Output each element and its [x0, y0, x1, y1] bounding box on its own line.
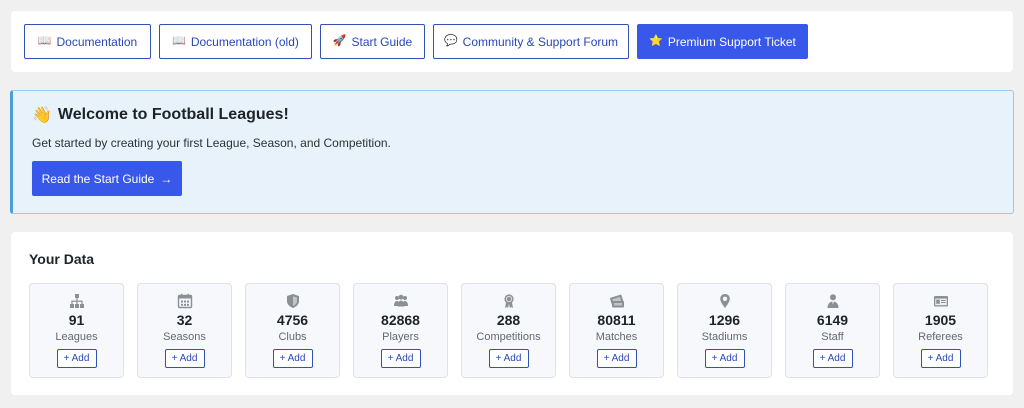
stat-card-stadiums: 1296 Stadiums + Add	[677, 283, 772, 378]
stat-value: 6149	[816, 312, 849, 328]
welcome-notice: 👋 Welcome to Football Leagues! Get start…	[10, 90, 1014, 214]
shield-icon	[286, 294, 299, 308]
add-staff-button[interactable]: + Add	[812, 349, 853, 368]
your-data-heading: Your Data	[29, 251, 95, 267]
stat-card-matches: 80811 Matches + Add	[569, 283, 664, 378]
welcome-description: Get started by creating your first Leagu…	[32, 136, 391, 150]
your-data-panel: Your Data 91 Leagues + Add 32 Seasons + …	[11, 232, 1013, 395]
read-start-guide-button[interactable]: Read the Start Guide →	[32, 161, 182, 196]
community-forum-button[interactable]: 💬 Community & Support Forum	[433, 24, 629, 59]
stat-card-staff: 6149 Staff + Add	[785, 283, 880, 378]
stat-card-competitions: 288 Competitions + Add	[461, 283, 556, 378]
award-icon	[503, 294, 514, 309]
sitemap-icon	[69, 294, 84, 308]
stat-card-clubs: 4756 Clubs + Add	[245, 283, 340, 378]
documentation-button[interactable]: 📖 Documentation	[24, 24, 151, 59]
book-icon: 📖	[37, 35, 52, 47]
add-club-button[interactable]: + Add	[272, 349, 313, 368]
arrow-right-icon: →	[160, 171, 173, 186]
stat-label: Seasons	[163, 331, 206, 343]
premium-support-label: Premium Support Ticket	[667, 34, 796, 49]
stat-label: Clubs	[278, 331, 307, 343]
book-icon: 📖	[172, 35, 186, 47]
documentation-old-button[interactable]: 📖 Documentation (old)	[159, 24, 312, 59]
stat-label: Leagues	[55, 331, 98, 343]
stat-card-leagues: 91 Leagues + Add	[29, 283, 124, 378]
stat-label: Referees	[918, 331, 963, 343]
users-icon	[393, 294, 408, 307]
stat-label: Competitions	[476, 331, 541, 343]
calendar-icon	[177, 293, 192, 309]
stat-label: Matches	[595, 331, 638, 343]
add-player-button[interactable]: + Add	[380, 349, 421, 368]
stat-card-referees: 1905 Referees + Add	[893, 283, 988, 378]
stat-value: 288	[496, 312, 521, 328]
add-league-button[interactable]: + Add	[56, 349, 97, 368]
id-card-icon	[933, 296, 948, 307]
stat-label: Players	[382, 331, 419, 343]
tickets-icon	[609, 294, 624, 308]
location-icon	[719, 294, 730, 308]
stat-value: 82868	[381, 312, 420, 328]
add-stadium-button[interactable]: + Add	[704, 349, 745, 368]
add-referee-button[interactable]: + Add	[920, 349, 961, 368]
stat-value: 91	[68, 312, 85, 328]
premium-support-button[interactable]: ⭐ Premium Support Ticket	[637, 24, 808, 59]
documentation-label: Documentation	[56, 34, 138, 49]
rocket-icon: 🚀	[332, 35, 347, 47]
stat-value: 1296	[708, 312, 741, 328]
stat-label: Staff	[821, 331, 844, 343]
stat-value: 80811	[597, 312, 636, 328]
add-season-button[interactable]: + Add	[164, 349, 205, 368]
read-start-guide-label: Read the Start Guide	[41, 171, 155, 186]
start-guide-label: Start Guide	[351, 34, 413, 49]
community-forum-label: Community & Support Forum	[462, 34, 619, 49]
stat-value: 4756	[276, 312, 309, 328]
stat-card-players: 82868 Players + Add	[353, 283, 448, 378]
add-competition-button[interactable]: + Add	[488, 349, 529, 368]
staff-icon	[827, 294, 838, 308]
speech-bubble-icon: 💬	[443, 35, 458, 47]
stat-label: Stadiums	[701, 331, 748, 343]
start-guide-button[interactable]: 🚀 Start Guide	[320, 24, 425, 59]
stat-value: 1905	[924, 312, 957, 328]
stat-card-seasons: 32 Seasons + Add	[137, 283, 232, 378]
welcome-title: 👋 Welcome to Football Leagues!	[32, 105, 289, 125]
documentation-old-label: Documentation (old)	[190, 34, 299, 49]
star-icon: ⭐	[649, 35, 663, 47]
quick-links-bar: 📖 Documentation 📖 Documentation (old) 🚀 …	[11, 11, 1013, 72]
waving-hand-icon: 👋	[32, 107, 52, 124]
welcome-title-text: Welcome to Football Leagues!	[57, 106, 289, 123]
add-match-button[interactable]: + Add	[596, 349, 637, 368]
stat-value: 32	[176, 312, 193, 328]
